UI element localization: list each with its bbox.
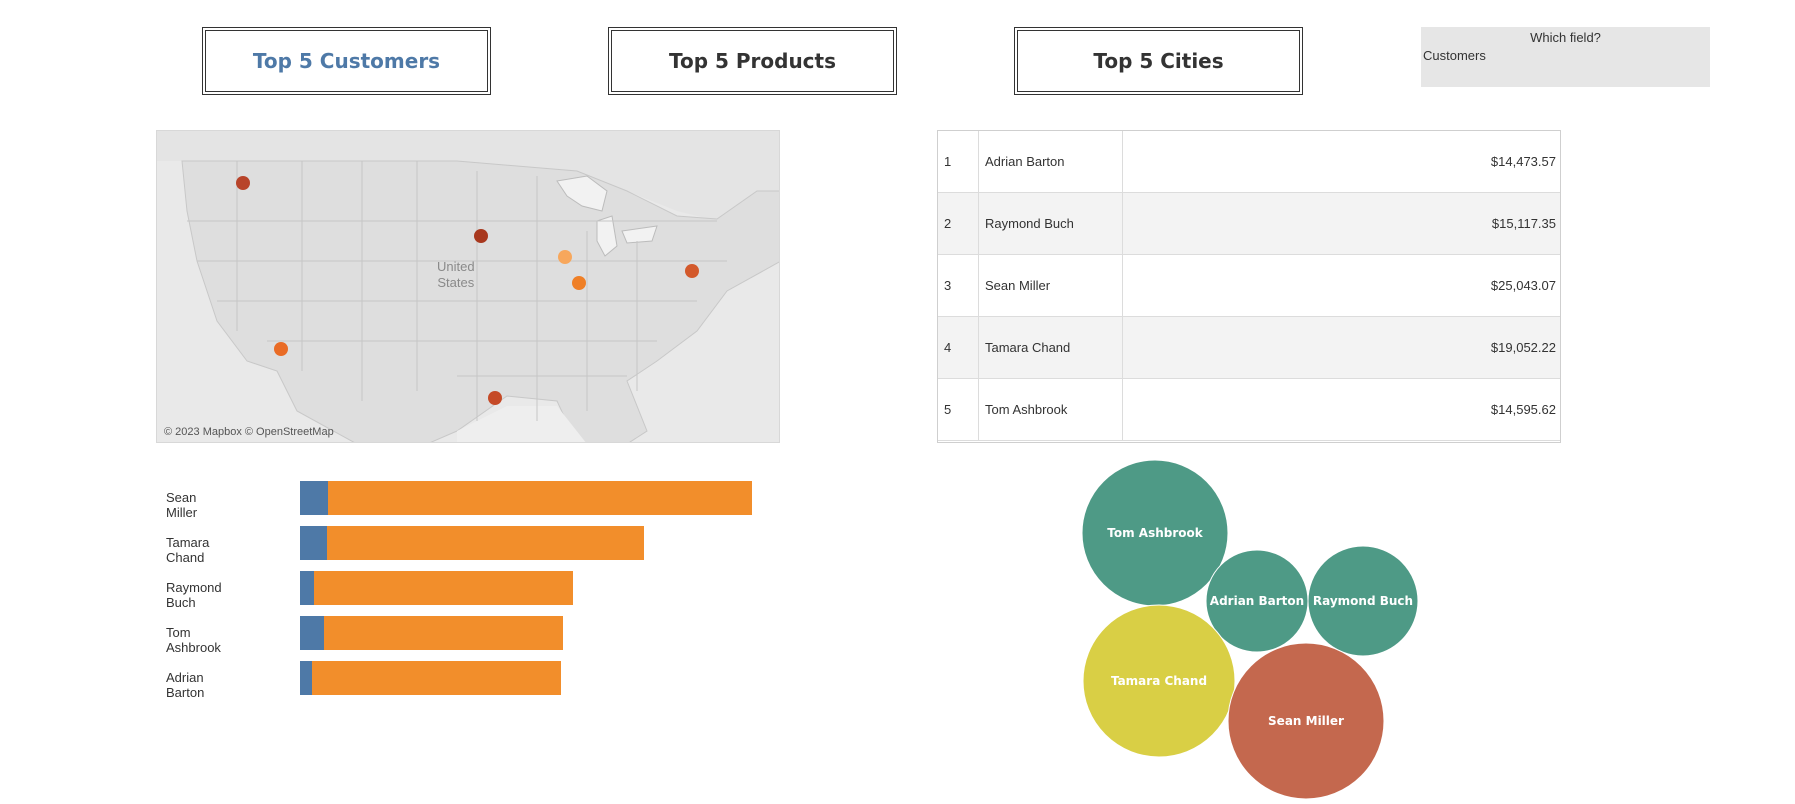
bubble[interactable]: Adrian Barton (1205, 549, 1309, 653)
customer-sales-table: 1 Adrian Barton $14,473.57 2 Raymond Buc… (937, 130, 1561, 443)
which-field-parameter[interactable]: Which field? Customers (1421, 27, 1710, 87)
row-value: $14,595.62 (1490, 402, 1556, 417)
table-row[interactable]: 4 Tamara Chand $19,052.22 (938, 317, 1560, 379)
sales-bar-chart: Sean Miller Tamara Chand Raymond Buch Tom A… (0, 0, 752, 700)
bar-segment-blue[interactable] (300, 481, 328, 515)
bubble-circle[interactable] (1227, 642, 1385, 800)
row-rank: 3 (944, 278, 952, 293)
row-value: $25,043.07 (1490, 278, 1556, 293)
bar-segment-blue[interactable] (300, 661, 312, 695)
table-row[interactable]: 5 Tom Ashbrook $14,595.62 (938, 379, 1560, 441)
map-point[interactable] (236, 176, 250, 190)
row-value: $14,473.57 (1490, 154, 1556, 169)
bubble-label: Adrian Barton (1210, 594, 1304, 608)
bar-label: Adrian Barton (166, 670, 205, 700)
row-value: $19,052.22 (1490, 340, 1556, 355)
bubble-circle[interactable] (1082, 604, 1236, 758)
bar-segment-blue[interactable] (300, 616, 325, 650)
map-attribution[interactable]: © 2023 Mapbox © OpenStreetMap (164, 426, 334, 438)
parameter-value[interactable]: Customers (1423, 48, 1486, 63)
row-value: $15,117.35 (1491, 216, 1556, 231)
bar-label: Tom Ashbrook (166, 625, 221, 655)
bubble[interactable]: Raymond Buch (1307, 545, 1419, 657)
bubble[interactable]: Tom Ashbrook (1081, 459, 1229, 607)
row-rank: 5 (944, 402, 952, 417)
bar-segment-orange[interactable] (324, 616, 564, 650)
bar-segment-orange[interactable] (327, 481, 752, 515)
row-rank: 4 (944, 340, 952, 355)
bar-segment-orange[interactable] (326, 526, 644, 560)
bar-segment-orange[interactable] (314, 571, 573, 605)
row-name: Adrian Barton (978, 131, 1123, 193)
bar-segment-blue[interactable] (300, 526, 327, 560)
bubble-label: Tom Ashbrook (1107, 526, 1203, 540)
row-rank: 2 (944, 216, 952, 231)
bubble-label: Sean Miller (1268, 714, 1344, 728)
bar-segment-orange[interactable] (311, 661, 562, 695)
top5-customers-button[interactable]: Top 5 Customers (202, 27, 491, 95)
row-name: Tamara Chand (978, 317, 1123, 379)
bubble[interactable]: Sean Miller (1227, 642, 1385, 800)
table-row[interactable]: 3 Sean Miller $25,043.07 (938, 255, 1560, 317)
bubble-circle[interactable] (1081, 459, 1229, 607)
bubble-label: Raymond Buch (1313, 594, 1413, 608)
bubble[interactable]: Tamara Chand (1082, 604, 1236, 758)
bar-label: Tamara Chand (166, 535, 210, 565)
bubble-circle[interactable] (1307, 545, 1419, 657)
row-name: Raymond Buch (978, 193, 1123, 255)
row-name: Tom Ashbrook (978, 379, 1123, 441)
top5-cities-button[interactable]: Top 5 Cities (1014, 27, 1303, 95)
bar-label: Raymond Buch (166, 580, 222, 610)
bar-segment-blue[interactable] (300, 571, 315, 605)
country-label-line1: United (437, 259, 475, 274)
row-name: Sean Miller (978, 255, 1123, 317)
row-rank: 1 (944, 154, 952, 169)
map-point[interactable] (474, 229, 488, 243)
map-point[interactable] (274, 342, 288, 356)
bubble-label: Tamara Chand (1111, 674, 1207, 688)
map-point[interactable] (572, 276, 586, 290)
country-label-line2: States (437, 275, 475, 290)
top5-products-button[interactable]: Top 5 Products (608, 27, 897, 95)
bubble-circle[interactable] (1205, 549, 1309, 653)
map-point[interactable] (558, 250, 572, 264)
bar-label: Sean Miller (166, 490, 198, 520)
top5-customers-label: Top 5 Customers (252, 49, 441, 73)
table-row[interactable]: 2 Raymond Buch $15,117.35 (938, 193, 1560, 255)
map-point[interactable] (685, 264, 699, 278)
map-point[interactable] (488, 391, 502, 405)
customer-map[interactable]: United States © 2023 Mapbox © OpenStreet… (156, 130, 780, 443)
country-label: United States (437, 259, 475, 291)
top5-cities-label: Top 5 Cities (1093, 49, 1224, 73)
top5-products-label: Top 5 Products (668, 49, 837, 73)
parameter-title: Which field? (1530, 30, 1601, 45)
table-row[interactable]: 1 Adrian Barton $14,473.57 (938, 131, 1560, 193)
